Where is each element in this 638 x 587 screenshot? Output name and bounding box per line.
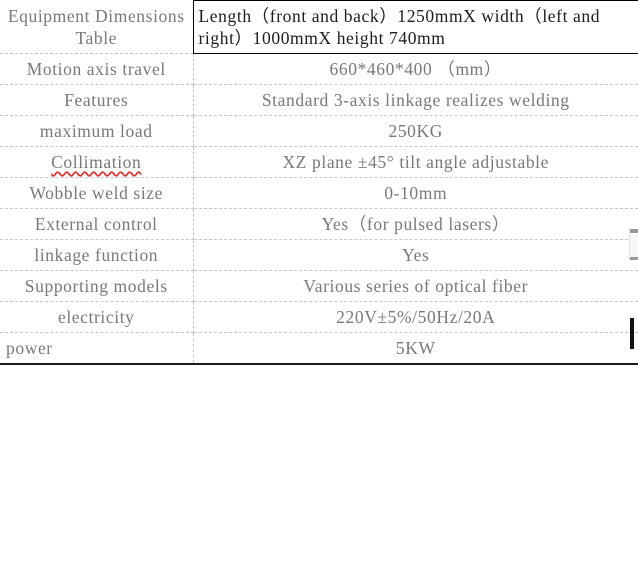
equipment-specification-table: Equipment Dimensions Table Length（front a… (0, 0, 638, 366)
row-value-cell[interactable]: Standard 3-axis linkage realizes welding (193, 84, 638, 116)
row-value-cell[interactable]: 5KW (193, 333, 638, 365)
row-label-cell[interactable]: Collimation (0, 146, 194, 178)
row-label-cell[interactable]: Equipment Dimensions Table (0, 0, 194, 54)
row-label-cell[interactable]: Supporting models (0, 270, 194, 302)
row-label-cell[interactable]: Wobble weld size (0, 177, 194, 209)
table-row: linkage function Yes (0, 239, 638, 271)
row-label-cell[interactable]: maximum load (0, 115, 194, 147)
table-row: Supporting models Various series of optic… (0, 270, 638, 302)
table-row: Motion axis travel 660*460*400 （mm） (0, 53, 638, 85)
table-row: External control Yes（for pulsed lasers） (0, 208, 638, 240)
spellcheck-misspelled-word: Collimation (51, 151, 142, 172)
table-body: Equipment Dimensions Table Length（front a… (0, 0, 638, 365)
row-value-cell[interactable]: Various series of optical fiber (193, 270, 638, 302)
row-value-cell[interactable]: Yes（for pulsed lasers） (193, 208, 638, 240)
table-row: Features Standard 3-axis linkage realizes… (0, 84, 638, 116)
row-value-cell[interactable]: 0-10mm (193, 177, 638, 209)
table-row: electricity 220V±5%/50Hz/20A (0, 301, 638, 334)
row-label-cell[interactable]: electricity (0, 301, 194, 334)
scrollbar-thumb-top[interactable] (630, 229, 638, 233)
table-row: Collimation XZ plane ±45° tilt angle adju… (0, 146, 638, 178)
row-value-cell[interactable]: 250KG (193, 115, 638, 147)
row-label-cell[interactable]: External control (0, 208, 194, 240)
table-row: Wobble weld size 0-10mm (0, 177, 638, 209)
table-row: Equipment Dimensions Table Length（front a… (0, 0, 638, 54)
vertical-scrollbar[interactable] (629, 229, 638, 260)
row-value-cell[interactable]: 660*460*400 （mm） (193, 53, 638, 85)
row-value-cell[interactable]: XZ plane ±45° tilt angle adjustable (193, 146, 638, 178)
row-value-cell-selected[interactable]: Length（front and back）1250mmX width（left… (192, 0, 638, 54)
row-value-cell[interactable]: 220V±5%/50Hz/20A (193, 301, 638, 334)
table-row: maximum load 250KG (0, 115, 638, 147)
scrollbar-thumb-bottom[interactable] (630, 257, 638, 260)
row-label-cell[interactable]: linkage function (0, 239, 194, 271)
row-label-cell[interactable]: Features (0, 84, 194, 116)
row-value-cell[interactable]: Yes (193, 239, 638, 271)
row-label-cell[interactable]: power (0, 332, 194, 365)
table-row: power 5KW (0, 332, 638, 365)
row-label-cell[interactable]: Motion axis travel (0, 53, 194, 85)
